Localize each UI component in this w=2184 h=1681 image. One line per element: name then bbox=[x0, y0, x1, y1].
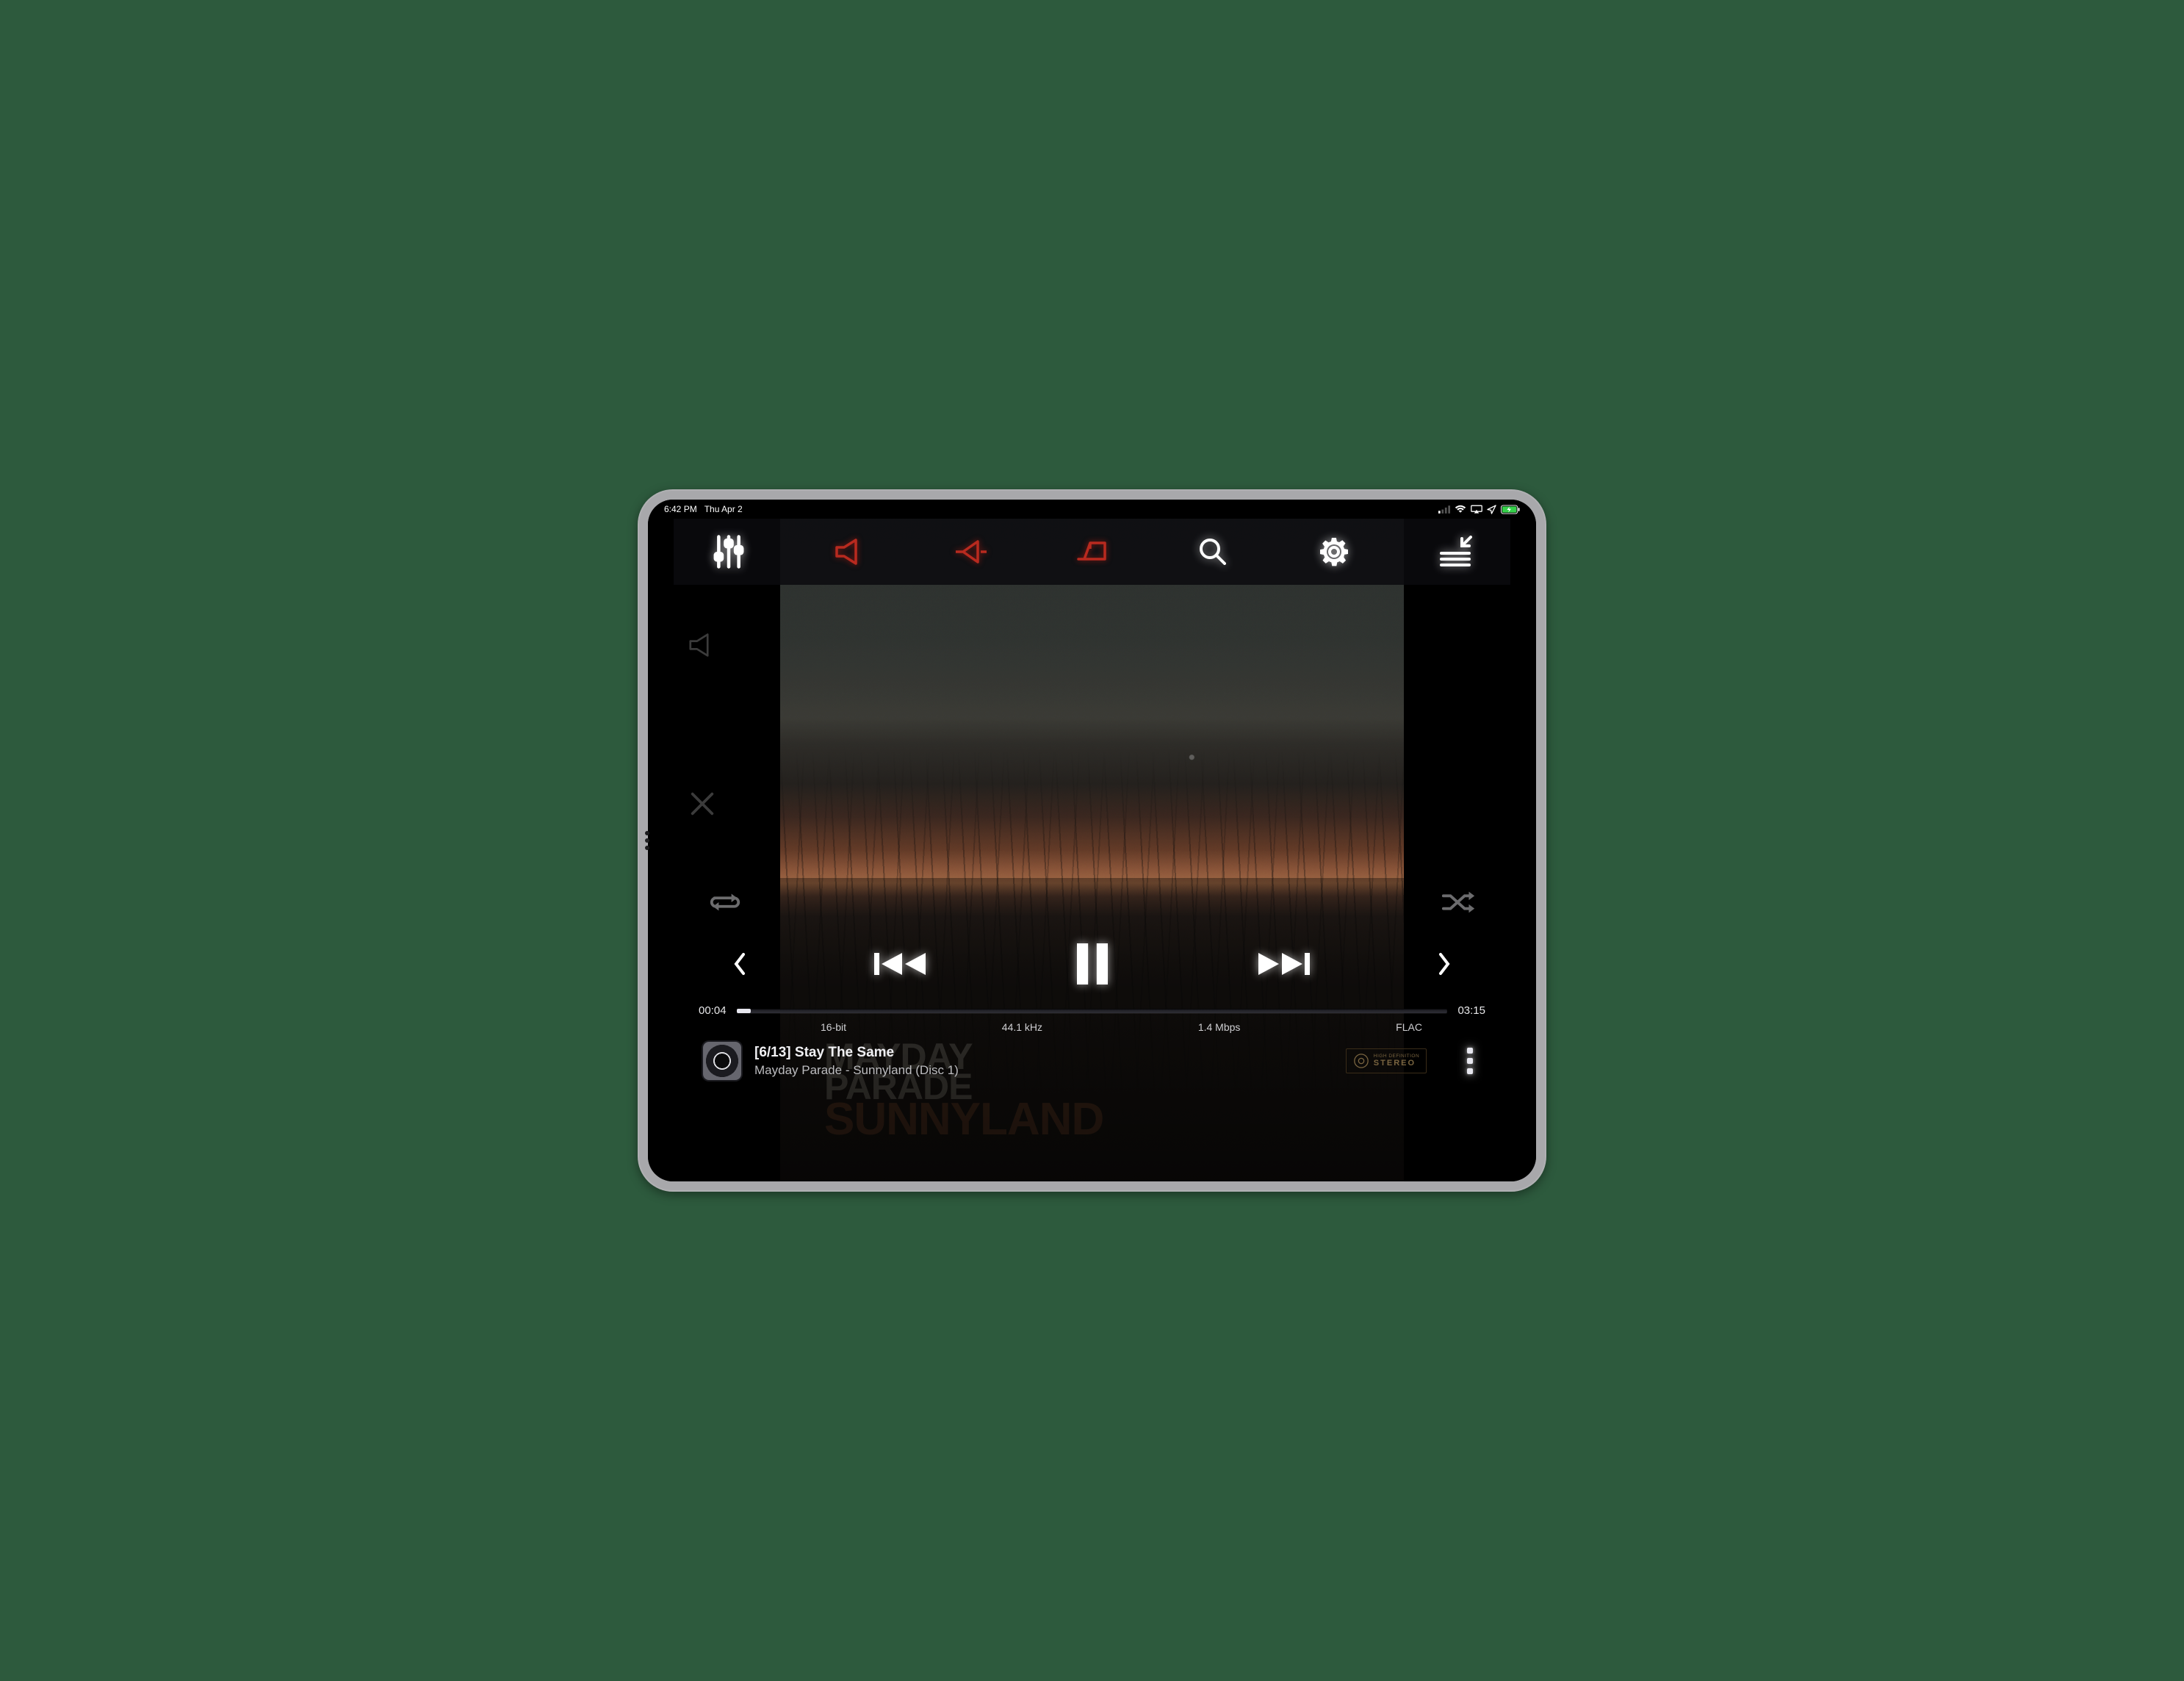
screen: 6:42 PM Thu Apr 2 MAYDAY PARADE SUNNYLAN… bbox=[648, 500, 1536, 1181]
mute-button[interactable] bbox=[680, 624, 724, 666]
now-playing-thumb[interactable] bbox=[703, 1042, 741, 1080]
mute-icon bbox=[686, 632, 718, 658]
search-button[interactable] bbox=[1180, 526, 1246, 577]
chevron-right-icon bbox=[1436, 951, 1452, 976]
statusbar-indicators bbox=[1438, 505, 1520, 514]
seek-fill bbox=[737, 1009, 751, 1013]
prev-album-button[interactable] bbox=[725, 951, 754, 976]
collapse-button[interactable] bbox=[1422, 526, 1488, 577]
airplay-icon bbox=[1471, 505, 1482, 514]
duration-time: 03:15 bbox=[1457, 1004, 1485, 1017]
close-icon bbox=[688, 790, 716, 818]
dac-button[interactable] bbox=[1059, 526, 1125, 577]
play-pause-button[interactable] bbox=[1048, 938, 1136, 990]
left-mini-toolbar bbox=[680, 624, 732, 824]
speaker-icon bbox=[832, 536, 868, 567]
gear-icon bbox=[1316, 534, 1352, 569]
chevron-left-icon bbox=[732, 951, 748, 976]
shuffle-icon bbox=[1441, 888, 1477, 916]
close-button[interactable] bbox=[680, 783, 724, 824]
statusbar-time: 6:42 PM bbox=[664, 504, 697, 514]
hd-badge-bottom: STEREO bbox=[1374, 1059, 1419, 1068]
bitrate: 1.4 Mbps bbox=[1198, 1021, 1241, 1033]
location-icon bbox=[1487, 505, 1496, 514]
amp-icon bbox=[953, 537, 990, 566]
controls-overlay: 00:04 03:15 16-bit 44.1 kHz 1.4 Mbps FLA… bbox=[674, 878, 1510, 1181]
amp-button[interactable] bbox=[938, 526, 1004, 577]
battery-icon bbox=[1501, 505, 1520, 514]
search-icon bbox=[1197, 536, 1229, 568]
bit-depth: 16-bit bbox=[821, 1021, 846, 1033]
track-index: [6/13] bbox=[754, 1045, 791, 1060]
track-artist: Mayday Parade bbox=[754, 1063, 842, 1077]
statusbar-date: Thu Apr 2 bbox=[704, 504, 743, 514]
shuffle-button[interactable] bbox=[1437, 884, 1481, 921]
skip-back-icon bbox=[873, 947, 930, 981]
prev-track-button[interactable] bbox=[857, 947, 945, 981]
statusbar: 6:42 PM Thu Apr 2 bbox=[648, 500, 1536, 519]
hd-stereo-badge: HIGH DEFINITION STEREO bbox=[1346, 1048, 1427, 1073]
more-button[interactable] bbox=[1459, 1048, 1481, 1074]
repeat-button[interactable] bbox=[703, 884, 747, 921]
settings-button[interactable] bbox=[1301, 526, 1367, 577]
sample-rate: 44.1 kHz bbox=[1002, 1021, 1042, 1033]
equalizer-icon bbox=[712, 533, 746, 570]
top-toolbar bbox=[674, 519, 1510, 585]
speaker-button[interactable] bbox=[817, 526, 883, 577]
next-track-button[interactable] bbox=[1239, 947, 1327, 981]
collapse-icon bbox=[1438, 536, 1472, 568]
equalizer-button[interactable] bbox=[696, 526, 762, 577]
track-album: Sunnyland (Disc 1) bbox=[853, 1063, 959, 1077]
seek-bar[interactable] bbox=[737, 1009, 1448, 1013]
camera-dot bbox=[645, 838, 649, 843]
dac-icon bbox=[1074, 536, 1109, 567]
codec: FLAC bbox=[1396, 1021, 1422, 1033]
track-title: Stay The Same bbox=[795, 1045, 894, 1060]
pause-icon bbox=[1067, 938, 1118, 990]
repeat-icon bbox=[707, 888, 743, 917]
elapsed-time: 00:04 bbox=[699, 1004, 727, 1017]
now-playing-meta: [6/13] Stay The Same Mayday Parade - Sun… bbox=[754, 1045, 959, 1078]
skip-forward-icon bbox=[1254, 947, 1311, 981]
cellular-icon bbox=[1438, 505, 1450, 514]
ipad-frame: 6:42 PM Thu Apr 2 MAYDAY PARADE SUNNYLAN… bbox=[638, 489, 1546, 1192]
wifi-icon bbox=[1455, 505, 1466, 514]
next-album-button[interactable] bbox=[1430, 951, 1459, 976]
